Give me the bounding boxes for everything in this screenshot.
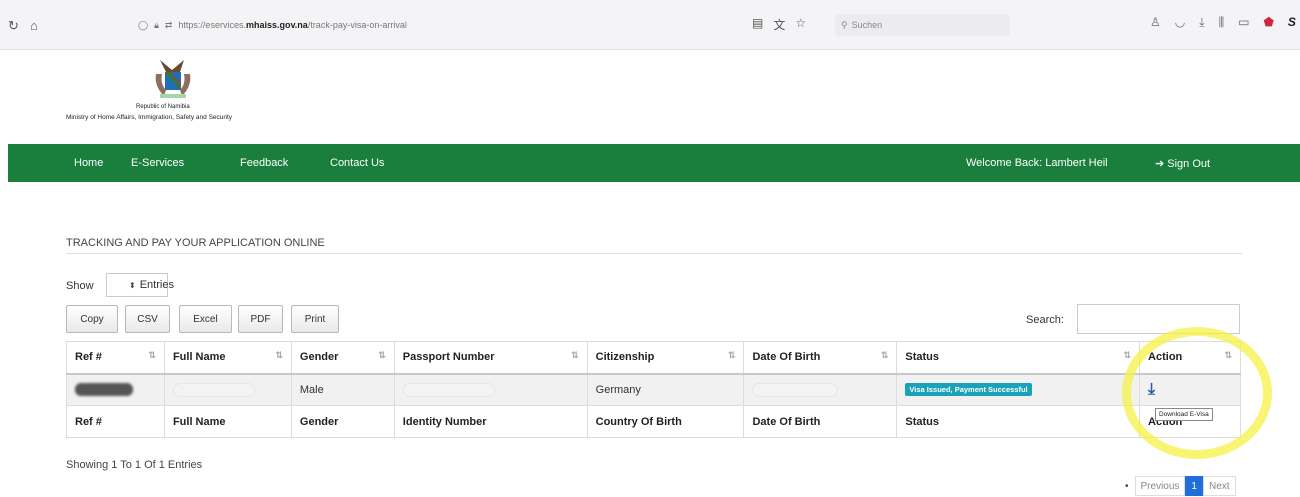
cell-ref bbox=[66, 373, 165, 406]
sort-icon: ⇅ bbox=[880, 350, 889, 360]
select-arrows-icon: ⬍ bbox=[129, 280, 136, 290]
sort-icon: ⇅ bbox=[148, 350, 156, 360]
footer-ref: Ref # bbox=[66, 405, 165, 438]
redacted-ref bbox=[75, 383, 133, 397]
redacted-name bbox=[172, 382, 255, 397]
sort-icon: ⇅ bbox=[1123, 350, 1132, 360]
table-header-row: Ref # ⇅ Full Name ⇅ Gender ⇅ Passport Numbe… bbox=[66, 341, 1241, 375]
main-navbar: Home E-Services Feedback Contact Us Welc… bbox=[8, 144, 1300, 182]
sort-icon: ⇅ bbox=[275, 350, 283, 360]
footer-full-name: Full Name bbox=[163, 405, 292, 438]
status-badge: Visa Issued, Payment Successful bbox=[905, 383, 1032, 397]
nav-home[interactable]: Home bbox=[74, 157, 103, 169]
bookmark-star-icon[interactable]: ☆ bbox=[795, 16, 806, 33]
cell-citizenship: Germany bbox=[586, 373, 745, 406]
reload-icon[interactable]: ↻ bbox=[8, 18, 19, 34]
redacted-passport bbox=[402, 382, 495, 397]
cell-gender: Male bbox=[290, 373, 395, 406]
page-title: TRACKING AND PAY YOUR APPLICATION ONLINE bbox=[66, 237, 325, 249]
nav-feedback[interactable]: Feedback bbox=[240, 157, 288, 169]
redacted-dob bbox=[752, 382, 839, 397]
column-header-ref[interactable]: Ref # ⇅ bbox=[66, 341, 165, 375]
next-button[interactable]: Next bbox=[1202, 476, 1236, 496]
cell-full-name bbox=[163, 373, 292, 406]
browser-toolbar: ↻ ⌂ ◯ 🔒︎ ⇄ https://eservices.mhaiss.gov.… bbox=[0, 0, 1300, 50]
sort-icon: ⇅ bbox=[571, 350, 579, 360]
footer-gender: Gender bbox=[290, 405, 395, 438]
column-header-full-name[interactable]: Full Name ⇅ bbox=[163, 341, 292, 375]
show-label: Show bbox=[66, 280, 94, 292]
account-icon[interactable]: ♙ bbox=[1150, 15, 1161, 30]
page-1-button[interactable]: 1 bbox=[1185, 476, 1203, 496]
browser-search-input[interactable]: ⚲ Suchen bbox=[835, 14, 1010, 36]
csv-button[interactable]: CSV bbox=[125, 305, 170, 333]
sign-out-icon: ➜ bbox=[1155, 158, 1165, 170]
translate-icon[interactable]: 文 bbox=[773, 16, 785, 33]
ministry-label: Ministry of Home Affairs, Immigration, S… bbox=[66, 114, 233, 121]
cell-date-of-birth bbox=[743, 373, 898, 406]
print-button[interactable]: Print bbox=[291, 305, 339, 333]
column-header-status[interactable]: Status ⇅ bbox=[896, 341, 1141, 375]
highlight-annotation bbox=[1122, 327, 1272, 459]
entries-info: Showing 1 To 1 Of 1 Entries bbox=[66, 459, 203, 471]
shield-outline-icon: ◯ bbox=[138, 19, 149, 30]
bullet-icon: • bbox=[1125, 480, 1129, 492]
search-label: Search: bbox=[1026, 314, 1064, 326]
previous-button[interactable]: Previous bbox=[1134, 476, 1186, 496]
coat-of-arms-logo bbox=[155, 60, 191, 98]
column-header-date-of-birth[interactable]: Date Of Birth ⇅ bbox=[743, 341, 898, 375]
nav-contact-us[interactable]: Contact Us bbox=[330, 157, 384, 169]
footer-date-of-birth: Date Of Birth bbox=[743, 405, 898, 438]
column-header-passport-number[interactable]: Passport Number ⇅ bbox=[393, 341, 588, 375]
column-header-gender[interactable]: Gender ⇅ bbox=[290, 341, 395, 375]
lock-icon: 🔒︎ bbox=[154, 19, 159, 30]
pocket-icon[interactable]: ◡ bbox=[1175, 15, 1185, 30]
entries-select[interactable]: ⬍ Entries bbox=[106, 273, 174, 297]
welcome-text: Welcome Back: Lambert Heil bbox=[966, 157, 1108, 169]
column-header-citizenship[interactable]: Citizenship ⇅ bbox=[586, 341, 745, 375]
footer-status: Status bbox=[896, 405, 1141, 438]
divider bbox=[66, 253, 1242, 254]
republic-label: Republic of Namibia bbox=[136, 104, 190, 110]
pdf-button[interactable]: PDF bbox=[238, 305, 283, 333]
copy-button[interactable]: Copy bbox=[66, 305, 118, 333]
nav-e-services[interactable]: E-Services bbox=[131, 157, 184, 169]
cell-passport-number bbox=[393, 373, 588, 406]
permissions-icon: ⇄ bbox=[164, 19, 173, 30]
sort-icon: ⇅ bbox=[378, 350, 386, 360]
ublock-shield-icon[interactable]: ⬟ bbox=[1263, 15, 1273, 30]
library-icon[interactable]: ⫼ bbox=[1219, 15, 1225, 30]
address-bar[interactable]: ◯ 🔒︎ ⇄ https://eservices.mhaiss.gov.na/t… bbox=[138, 14, 558, 36]
applications-table: Ref # ⇅ Full Name ⇅ Gender ⇅ Passport Numbe… bbox=[66, 341, 1241, 438]
sidebar-icon[interactable]: ▭ bbox=[1238, 15, 1249, 30]
pagination: • Previous 1 Next bbox=[1125, 476, 1236, 496]
table-row: Male Germany Visa Issued, Payment Succes… bbox=[66, 373, 1241, 406]
reader-view-icon[interactable]: ▤ bbox=[752, 16, 763, 33]
search-icon: ⚲ bbox=[841, 19, 848, 30]
sign-out-link[interactable]: ➜ Sign Out bbox=[1155, 157, 1210, 170]
footer-country-of-birth: Country Of Birth bbox=[586, 405, 745, 438]
url-text: https://eservices.mhaiss.gov.na/track-pa… bbox=[178, 20, 407, 30]
table-footer-row: Ref # Full Name Gender Identity Number C… bbox=[66, 405, 1241, 438]
cell-status: Visa Issued, Payment Successful bbox=[896, 373, 1141, 406]
extension-s-icon[interactable]: S bbox=[1288, 15, 1296, 30]
sort-icon: ⇅ bbox=[727, 350, 736, 360]
footer-identity-number: Identity Number bbox=[393, 405, 588, 438]
downloads-icon[interactable]: ⤓ bbox=[1199, 15, 1204, 30]
home-icon[interactable]: ⌂ bbox=[30, 18, 38, 33]
excel-button[interactable]: Excel bbox=[179, 305, 232, 333]
